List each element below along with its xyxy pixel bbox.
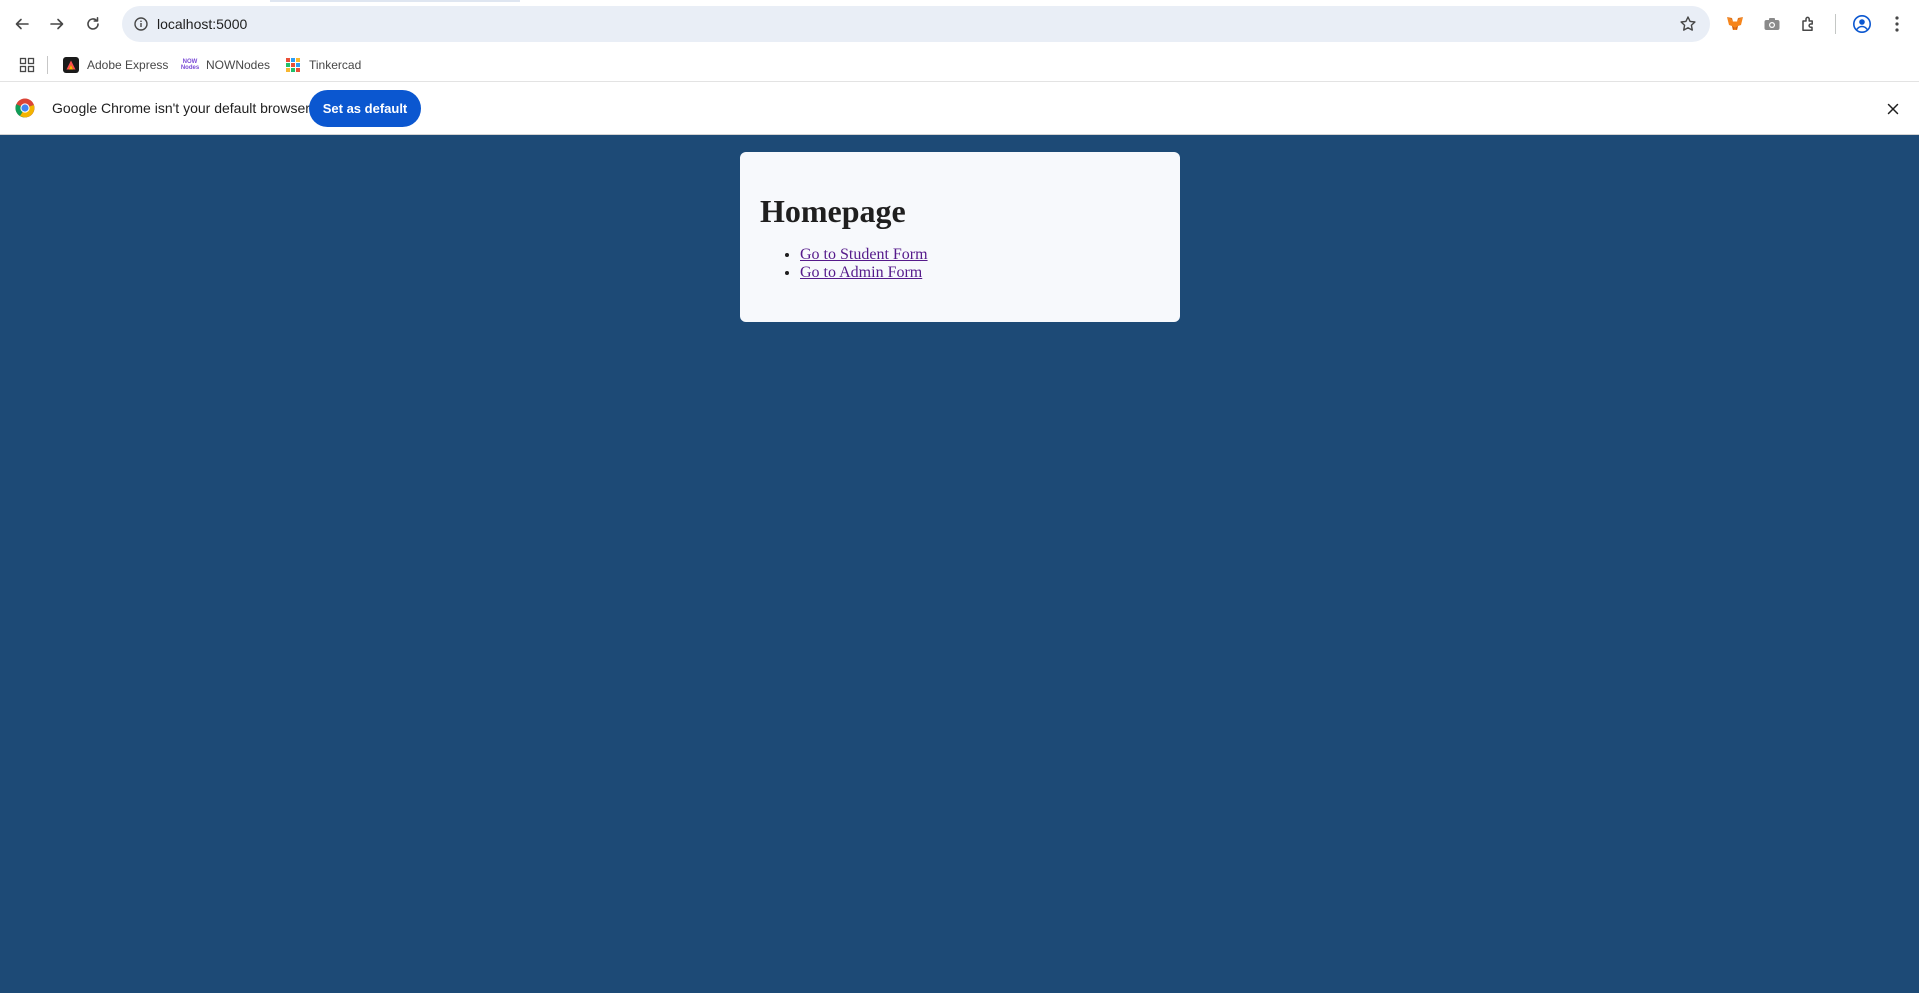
address-bar[interactable]: localhost:5000 xyxy=(122,6,1710,42)
metamask-extension-icon[interactable] xyxy=(1723,12,1747,36)
bookmarks-divider xyxy=(47,56,48,74)
extensions-puzzle-icon[interactable] xyxy=(1797,12,1821,36)
list-item: Go to Admin Form xyxy=(800,264,1160,282)
close-infobar-icon[interactable] xyxy=(1882,98,1904,120)
set-as-default-button[interactable]: Set as default xyxy=(309,90,421,127)
bookmarks-bar: Adobe Express NOW Nodes NOWNodes Tinkerc… xyxy=(0,48,1919,82)
chrome-logo-icon xyxy=(15,98,35,118)
page-title: Homepage xyxy=(760,193,906,229)
page-viewport: Homepage Go to Student Form Go to Admin … xyxy=(0,136,1919,993)
infobar-message: Google Chrome isn't your default browser xyxy=(52,100,310,116)
back-button[interactable] xyxy=(8,10,36,38)
bookmark-star-icon[interactable] xyxy=(1676,12,1700,36)
bookmark-tinkercad[interactable]: Tinkercad xyxy=(285,53,361,77)
camera-extension-icon[interactable] xyxy=(1760,12,1784,36)
bookmark-label: Tinkercad xyxy=(309,58,362,72)
active-tab-indicator xyxy=(270,0,520,2)
toolbar-divider xyxy=(1835,14,1836,34)
nownodes-icon: NOW Nodes xyxy=(180,59,200,71)
url-text[interactable]: localhost:5000 xyxy=(157,15,247,33)
list-item: Go to Student Form xyxy=(800,246,1160,264)
bookmark-label: Adobe Express xyxy=(87,58,169,72)
profile-avatar-icon[interactable] xyxy=(1850,12,1874,36)
reload-button[interactable] xyxy=(79,10,107,38)
default-browser-infobar: Google Chrome isn't your default browser… xyxy=(0,82,1919,135)
admin-form-link[interactable]: Go to Admin Form xyxy=(800,264,922,281)
tinkercad-icon xyxy=(285,57,301,73)
browser-toolbar: localhost:5000 xyxy=(0,0,1919,48)
student-form-link[interactable]: Go to Student Form xyxy=(800,246,928,263)
reload-icon xyxy=(87,17,99,30)
site-info-icon[interactable] xyxy=(131,14,151,34)
back-arrow-icon xyxy=(15,18,29,30)
bookmark-adobe-express[interactable]: Adobe Express xyxy=(63,53,168,77)
bookmark-nownodes[interactable]: NOW Nodes NOWNodes xyxy=(180,53,271,77)
nav-link-list: Go to Student Form Go to Admin Form xyxy=(760,246,1160,282)
adobe-express-icon xyxy=(63,57,79,73)
homepage-card: Homepage Go to Student Form Go to Admin … xyxy=(740,152,1180,322)
forward-button[interactable] xyxy=(43,10,71,38)
bookmark-label: NOWNodes xyxy=(206,58,271,72)
forward-arrow-icon xyxy=(50,18,64,30)
chrome-menu-icon[interactable] xyxy=(1885,12,1909,36)
apps-grid-icon[interactable] xyxy=(16,54,38,76)
